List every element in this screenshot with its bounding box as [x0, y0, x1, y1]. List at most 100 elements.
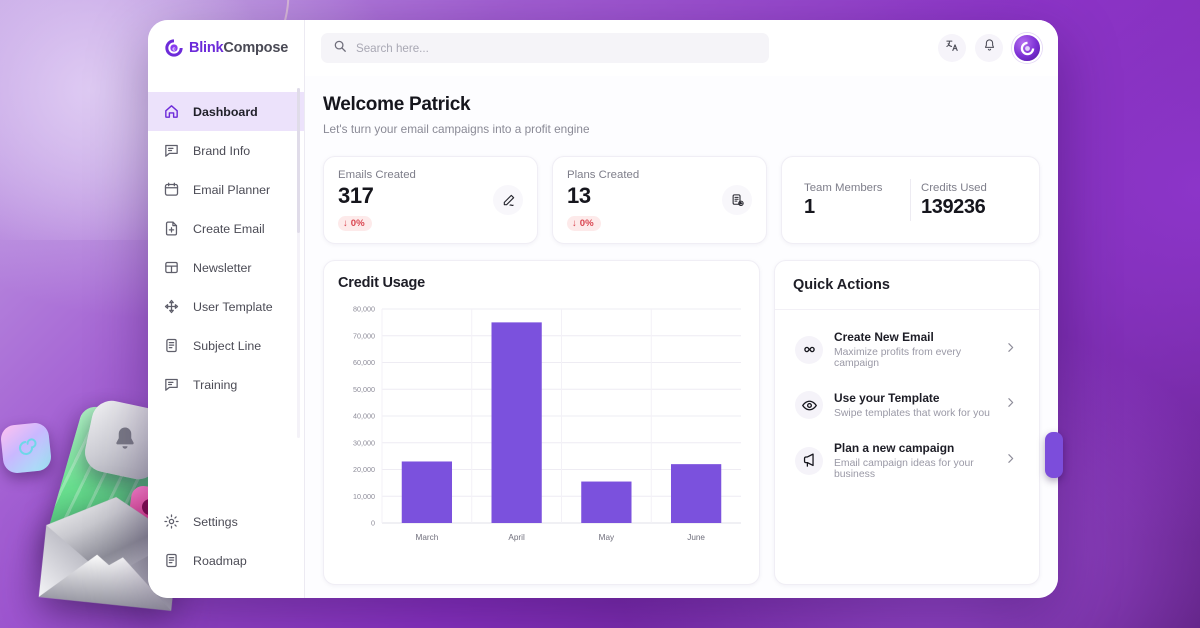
stat-value: 317: [338, 183, 374, 208]
quick-action-subtitle: Email campaign ideas for your business: [834, 458, 974, 480]
sidebar-item-label: User Template: [193, 299, 273, 314]
quick-action-use-your-template[interactable]: Use your Template Swipe templates that w…: [789, 385, 1029, 425]
quick-action-create-new-email[interactable]: Create New Email Maximize profits from e…: [789, 324, 1029, 375]
sidebar-item-newsletter[interactable]: Newsletter: [148, 248, 304, 287]
move-arrows-icon: [162, 298, 180, 316]
stat-value: 139236: [921, 195, 986, 218]
badge-value: 0%: [350, 218, 365, 229]
megaphone-icon: [795, 446, 823, 475]
chart-area: 0 10,000 20,000 30,000 40,000 50,000 60,000 70,…: [338, 301, 745, 556]
chart-title: Credit Usage: [338, 275, 426, 291]
pen-edit-icon[interactable]: [493, 185, 523, 215]
stat-card-plans-created: Plans Created 13 ↓ 0%: [552, 156, 767, 244]
status-badge: ↓ 0%: [338, 216, 372, 231]
arrow-down-icon: ↓: [343, 218, 348, 229]
stat-text-block: Plans Created 13 ↓ 0%: [567, 169, 639, 231]
side-panel-handle[interactable]: [1045, 432, 1063, 478]
calendar-icon: [162, 181, 180, 199]
sidebar-item-label: Training: [193, 377, 238, 392]
svg-text:May: May: [599, 533, 615, 542]
divider: [910, 179, 911, 221]
quick-action-title: Use your Template: [834, 391, 940, 405]
sidebar-item-training[interactable]: Training: [148, 365, 304, 404]
sidebar-item-label: Brand Info: [193, 143, 251, 158]
chevron-right-icon: [1004, 396, 1023, 414]
stat-label: Plans Created: [567, 169, 640, 181]
stat-team-members: Team Members 1: [804, 182, 900, 219]
sidebar-item-label: Roadmap: [193, 553, 247, 568]
quick-action-text: Use your Template Swipe templates that w…: [834, 391, 993, 419]
quick-action-text: Plan a new campaign Email campaign ideas…: [834, 441, 993, 480]
svg-text:April: April: [508, 533, 525, 542]
sidebar-nav: Dashboard Brand Info Email Planner Creat…: [148, 92, 304, 404]
translate-button[interactable]: [938, 34, 966, 62]
main-area: Welcome Patrick Let's turn your email ca…: [305, 20, 1058, 598]
credit-usage-chart-card: Credit Usage 0 10,000 20,000 30,000 40,000 50…: [323, 260, 760, 585]
sidebar-item-email-planner[interactable]: Email Planner: [148, 170, 304, 209]
sidebar-item-brand-info[interactable]: Brand Info: [148, 131, 304, 170]
stat-value: 1: [804, 195, 815, 218]
sidebar-nav-bottom: Settings Roadmap: [148, 502, 304, 598]
quick-actions-card: Quick Actions Create New Email Maximize …: [774, 260, 1040, 585]
svg-text:60,000: 60,000: [353, 358, 375, 367]
sidebar-item-settings[interactable]: Settings: [148, 502, 304, 541]
sidebar-item-label: Newsletter: [193, 260, 252, 275]
page-subtitle: Let's turn your email campaigns into a p…: [323, 122, 590, 136]
sidebar-item-subject-line[interactable]: Subject Line: [148, 326, 304, 365]
svg-text:70,000: 70,000: [353, 331, 375, 340]
roadmap-doc-icon: [162, 552, 180, 570]
quick-action-title: Plan a new campaign: [834, 441, 955, 455]
svg-text:40,000: 40,000: [353, 412, 375, 421]
svg-text:0: 0: [371, 519, 375, 528]
sidebar-item-create-email[interactable]: Create Email: [148, 209, 304, 248]
status-badge: ↓ 0%: [567, 216, 601, 231]
sidebar-item-user-template[interactable]: User Template: [148, 287, 304, 326]
stat-card-team-credits: Team Members 1 Credits Used 139236: [781, 156, 1040, 244]
search-box[interactable]: [321, 33, 769, 63]
brand-name-part1: Blink: [188, 40, 224, 56]
quick-action-subtitle: Maximize profits from every campaign: [834, 347, 962, 369]
brand-name-part2: Compose: [223, 40, 289, 56]
quick-action-subtitle: Swipe templates that work for you: [834, 408, 990, 419]
decorative-app-icon-gradient: [0, 421, 53, 475]
notifications-button[interactable]: [975, 34, 1003, 62]
document-plus-icon[interactable]: [722, 185, 752, 215]
quick-action-title: Create New Email: [834, 330, 934, 344]
sidebar: c BlinkCompose Dashboard Brand Info Emai…: [148, 20, 305, 598]
svg-text:30,000: 30,000: [353, 438, 375, 447]
brand-logo-area[interactable]: c BlinkCompose: [148, 20, 304, 76]
quick-action-plan-a-new-campaign[interactable]: Plan a new campaign Email campaign ideas…: [789, 435, 1029, 486]
brand-name: BlinkCompose: [189, 40, 288, 56]
infinity-icon: [795, 335, 823, 364]
bar-chart: 0 10,000 20,000 30,000 40,000 50,000 60,000 70,…: [353, 305, 741, 542]
gear-icon: [162, 513, 180, 531]
stat-label: Team Members: [804, 181, 883, 194]
sidebar-item-dashboard[interactable]: Dashboard: [148, 92, 304, 131]
search-input[interactable]: [356, 41, 757, 55]
stat-label: Credits Used: [921, 181, 987, 194]
quick-actions-list: Create New Email Maximize profits from e…: [775, 310, 1039, 486]
sidebar-scrollbar-thumb[interactable]: [297, 88, 300, 233]
stat-value: 13: [567, 183, 591, 208]
svg-text:March: March: [416, 533, 439, 542]
avatar[interactable]: [1012, 33, 1042, 63]
stat-credits-used: Credits Used 139236: [921, 182, 1017, 219]
chevron-right-icon: [1004, 341, 1023, 359]
quick-actions-title: Quick Actions: [775, 261, 1039, 310]
stat-label: Emails Created: [338, 169, 416, 181]
app-window: c BlinkCompose Dashboard Brand Info Emai…: [148, 20, 1058, 598]
document-list-icon: [162, 337, 180, 355]
topbar: [305, 20, 1058, 76]
chevron-right-icon: [1004, 452, 1023, 470]
quick-action-text: Create New Email Maximize profits from e…: [834, 330, 993, 369]
search-icon: [333, 39, 347, 58]
sidebar-item-roadmap[interactable]: Roadmap: [148, 541, 304, 580]
chat-lines-icon: [162, 376, 180, 394]
sidebar-item-label: Settings: [193, 514, 238, 529]
home-icon: [162, 103, 180, 121]
badge-value: 0%: [579, 218, 594, 229]
page-title: Welcome Patrick: [323, 94, 471, 115]
arrow-down-icon: ↓: [572, 218, 577, 229]
stat-card-emails-created: Emails Created 317 ↓ 0%: [323, 156, 538, 244]
